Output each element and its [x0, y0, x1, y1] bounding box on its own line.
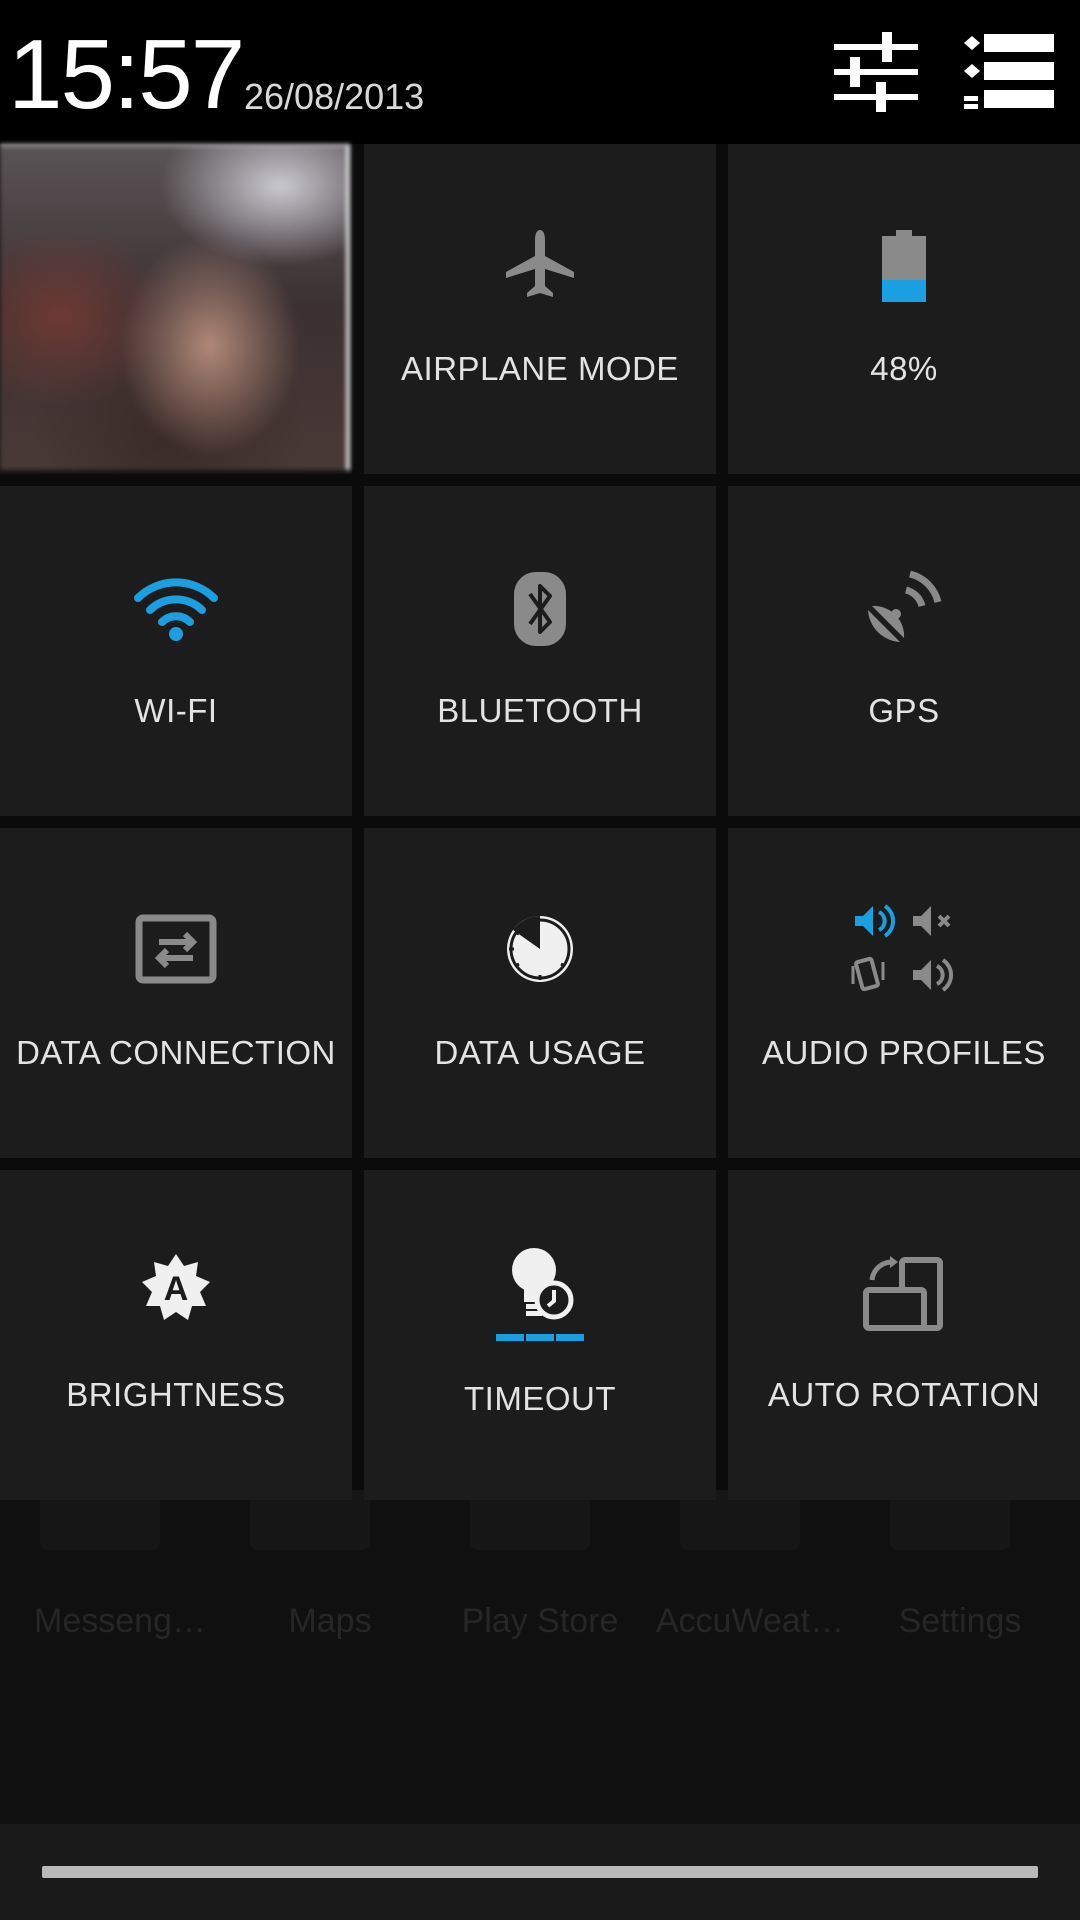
- list-icon: [964, 34, 1054, 109]
- tile-auto-rotation[interactable]: AUTO ROTATION: [728, 1170, 1080, 1500]
- tile-data-usage[interactable]: DATA USAGE: [364, 828, 716, 1158]
- data-usage-pie-icon: [507, 916, 573, 982]
- tile-gps[interactable]: GPS: [728, 486, 1080, 816]
- shade-drag-handle[interactable]: [42, 1866, 1038, 1878]
- dock-label-settings: Settings: [898, 1602, 1022, 1640]
- bluetooth-icon: [514, 572, 566, 646]
- timeout-bulb-icon: [496, 1248, 584, 1341]
- airplane-icon: [506, 230, 574, 297]
- tile-label-gps: GPS: [868, 692, 940, 729]
- tile-label-battery: 48%: [870, 350, 938, 387]
- tile-airplane-mode[interactable]: AIRPLANE MODE: [364, 144, 716, 474]
- notification-list-button[interactable]: [960, 28, 1060, 116]
- auto-rotation-icon: [863, 1256, 943, 1331]
- user-profile-photo: [0, 144, 350, 470]
- clock-date: 26/08/2013: [244, 76, 425, 117]
- tile-bluetooth[interactable]: BLUETOOTH: [364, 486, 716, 816]
- dock-label-accuweather: AccuWeat…: [655, 1602, 845, 1640]
- audio-profiles-icon: [851, 904, 953, 992]
- notification-header: 15:57 26/08/2013: [0, 0, 1080, 144]
- tile-brightness[interactable]: A BRIGHTNESS: [0, 1170, 352, 1500]
- dock-label-play-store: Play Store: [461, 1602, 619, 1640]
- data-connection-icon: [135, 914, 217, 984]
- tile-label-data-usage: DATA USAGE: [434, 1034, 646, 1071]
- tile-label-timeout: TIMEOUT: [464, 1380, 616, 1417]
- tile-label-airplane-mode: AIRPLANE MODE: [401, 350, 679, 387]
- clock-time: 15:57: [8, 19, 245, 129]
- gps-satellite-icon: [868, 570, 942, 642]
- dock-label-messenger: Messeng…: [34, 1602, 206, 1640]
- tile-battery[interactable]: 48%: [728, 144, 1080, 474]
- tile-timeout[interactable]: TIMEOUT: [364, 1170, 716, 1500]
- tile-label-audio-profiles: AUDIO PROFILES: [762, 1034, 1046, 1071]
- tile-audio-profiles[interactable]: AUDIO PROFILES: [728, 828, 1080, 1158]
- dock-label-maps: Maps: [288, 1602, 372, 1640]
- tile-data-connection[interactable]: DATA CONNECTION: [0, 828, 352, 1158]
- brightness-auto-icon: A: [142, 1254, 210, 1320]
- tile-label-data-connection: DATA CONNECTION: [16, 1034, 336, 1071]
- wifi-icon: [134, 578, 218, 641]
- sliders-icon: [834, 32, 918, 112]
- settings-sliders-button[interactable]: [830, 28, 922, 116]
- tile-label-bluetooth: BLUETOOTH: [437, 692, 643, 729]
- tile-label-auto-rotation: AUTO ROTATION: [767, 1376, 1041, 1413]
- tile-user-profile[interactable]: [0, 144, 352, 474]
- svg-text:A: A: [164, 1270, 189, 1308]
- battery-icon: [882, 230, 926, 302]
- tile-label-brightness: BRIGHTNESS: [66, 1376, 286, 1413]
- tile-wifi[interactable]: WI-FI: [0, 486, 352, 816]
- tile-label-wifi: WI-FI: [134, 692, 218, 729]
